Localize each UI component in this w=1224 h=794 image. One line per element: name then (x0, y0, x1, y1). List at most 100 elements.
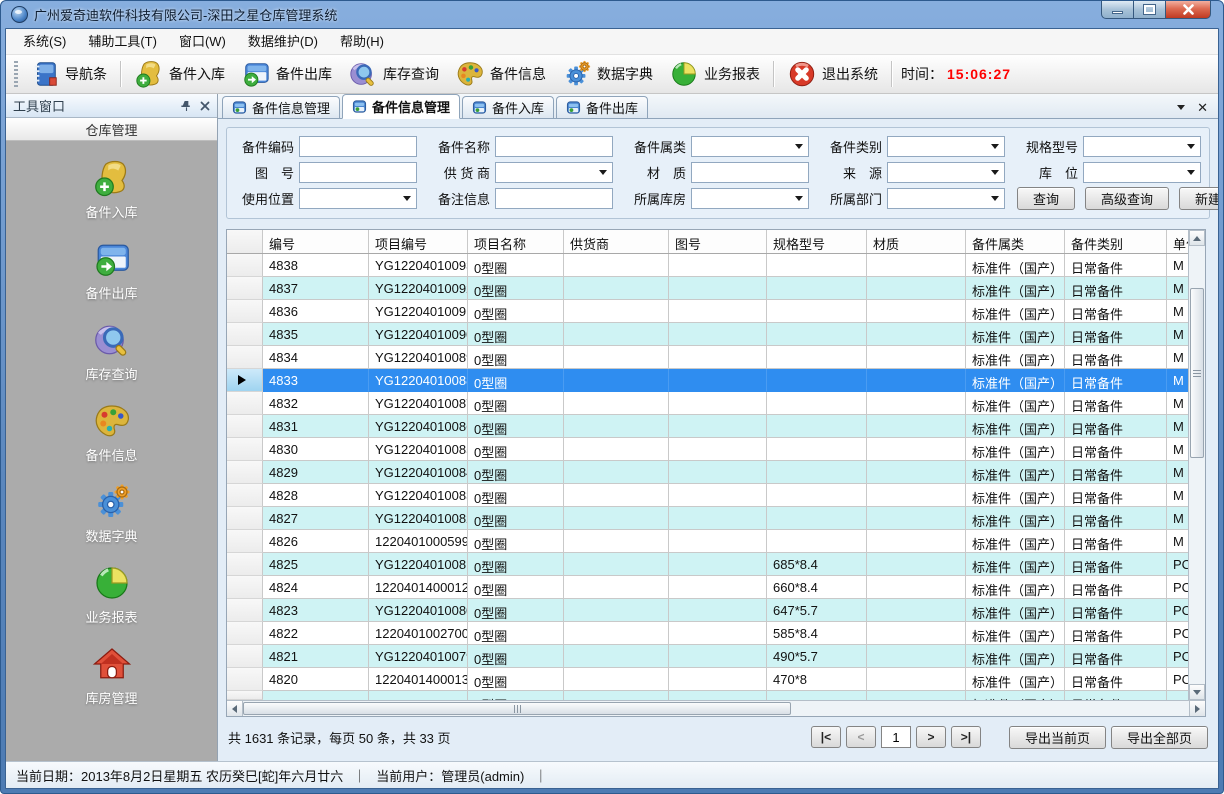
close-panel-icon[interactable] (200, 101, 210, 111)
table-cell-project-code: YG12204010087 (369, 392, 468, 415)
part-attribute-combo[interactable] (691, 136, 809, 157)
drawing-no-input[interactable] (299, 162, 417, 183)
menu-item-4[interactable]: 帮助(H) (329, 31, 395, 53)
tab-2[interactable]: 备件入库 (462, 96, 554, 118)
pager-page-input[interactable] (881, 726, 911, 748)
menu-item-0[interactable]: 系统(S) (12, 31, 77, 53)
table-row[interactable]: 482012204014000130型圈470*8标准件（国产）日常备件PC (227, 668, 1205, 691)
table-row[interactable]: 4825YG122040100810型圈685*8.4标准件（国产）日常备件PC (227, 553, 1205, 576)
col-header-unit[interactable]: 单位 (1167, 230, 1190, 253)
scroll-up-arrow[interactable] (1189, 230, 1205, 246)
export-all-pages-button[interactable]: 导出全部页 (1111, 726, 1208, 749)
col-header-material[interactable]: 材质 (867, 230, 966, 253)
table-row[interactable]: 4832YG122040100870型圈标准件（国产）日常备件M (227, 392, 1205, 415)
query-button[interactable]: 查询 (1017, 187, 1075, 210)
menu-item-1[interactable]: 辅助工具(T) (77, 31, 168, 53)
col-header-part-category[interactable]: 备件类别 (1065, 230, 1167, 253)
chevron-down-icon (1187, 170, 1195, 175)
menu-item-3[interactable]: 数据维护(D) (237, 31, 329, 53)
table-row[interactable]: 4833YG122040100880型圈标准件（国产）日常备件M (227, 369, 1205, 392)
col-header-drawing-no[interactable]: 图号 (669, 230, 767, 253)
part-name-input[interactable] (495, 136, 613, 157)
toolbar-button-data-dict[interactable]: 数据字典 (554, 56, 661, 92)
table-row[interactable]: 4835YG122040100900型圈标准件（国产）日常备件M (227, 323, 1205, 346)
table-row[interactable]: 4836YG122040100910型圈标准件（国产）日常备件M (227, 300, 1205, 323)
minimize-button[interactable] (1101, 1, 1134, 19)
sidebar-item-warehouse[interactable]: 库房管理 (27, 639, 197, 713)
vertical-scrollbar[interactable] (1188, 230, 1205, 700)
col-header-project-name[interactable]: 项目名称 (468, 230, 564, 253)
pager-first-button[interactable]: |< (811, 726, 841, 748)
table-row[interactable]: 482612204010005990型圈标准件（国产）日常备件M (227, 530, 1205, 553)
pager-next-button[interactable]: > (916, 726, 946, 748)
table-row[interactable]: 4829YG122040100840型圈标准件（国产）日常备件M (227, 461, 1205, 484)
toolbar-button-stock-query[interactable]: 库存查询 (340, 56, 447, 92)
pager-last-button[interactable]: >| (951, 726, 981, 748)
toolbar-button-report[interactable]: 业务报表 (661, 56, 768, 92)
toolbar-button-exit[interactable]: 退出系统 (779, 56, 886, 92)
table-row[interactable]: 4830YG122040100850型圈标准件（国产）日常备件M (227, 438, 1205, 461)
tab-close-icon[interactable]: ✕ (1197, 101, 1208, 114)
table-row-partial[interactable]: 0型圈标准件（国产）日常备件 (227, 691, 1205, 700)
scroll-right-arrow[interactable] (1189, 701, 1205, 716)
source-combo[interactable] (887, 162, 1005, 183)
sidebar-item-parts-info[interactable]: 备件信息 (27, 396, 197, 470)
pin-icon[interactable] (181, 100, 192, 112)
toolbar-items: 导航条备件入库备件出库库存查询备件信息数据字典业务报表退出系统 (22, 56, 886, 92)
sidebar-item-parts-out[interactable]: 备件出库 (27, 234, 197, 308)
table-row[interactable]: 4831YG122040100860型圈标准件（国产）日常备件M (227, 415, 1205, 438)
table-cell-part-category: 日常备件 (1065, 553, 1167, 576)
tab-3[interactable]: 备件出库 (556, 96, 648, 118)
pager-prev-button[interactable]: < (846, 726, 876, 748)
table-row[interactable]: 482412204014000120型圈660*8.4标准件（国产）日常备件PC (227, 576, 1205, 599)
table-row[interactable]: 4834YG122040100890型圈标准件（国产）日常备件M (227, 346, 1205, 369)
material-input[interactable] (691, 162, 809, 183)
horizontal-scrollbar[interactable] (227, 700, 1205, 716)
tab-list-dropdown-icon[interactable] (1177, 105, 1185, 110)
tab-1[interactable]: 备件信息管理 (342, 94, 460, 119)
toolbar-grip[interactable] (14, 61, 18, 87)
table-row[interactable]: 4827YG122040100820型圈标准件（国产）日常备件M (227, 507, 1205, 530)
close-button[interactable] (1165, 1, 1211, 19)
remark-input[interactable] (495, 188, 613, 209)
toolbar-button-parts-out[interactable]: 备件出库 (233, 56, 340, 92)
spec-model-combo[interactable] (1083, 136, 1201, 157)
vertical-scroll-thumb[interactable] (1190, 288, 1204, 458)
sidebar-item-stock-query[interactable]: 库存查询 (27, 315, 197, 389)
sidebar-item-report[interactable]: 业务报表 (27, 558, 197, 632)
col-header-project-code[interactable]: 项目编号 (369, 230, 468, 253)
col-header-part-attribute[interactable]: 备件属类 (966, 230, 1065, 253)
table-row[interactable]: 482212204010027000型圈585*8.4标准件（国产）日常备件PC (227, 622, 1205, 645)
toolbar-button-parts-info[interactable]: 备件信息 (447, 56, 554, 92)
part-category-combo[interactable] (887, 136, 1005, 157)
horizontal-scroll-thumb[interactable] (243, 702, 791, 715)
maximize-button[interactable] (1133, 1, 1166, 19)
new-button[interactable]: 新建 (1179, 187, 1219, 210)
export-current-page-button[interactable]: 导出当前页 (1009, 726, 1106, 749)
part-code-input[interactable] (299, 136, 417, 157)
scroll-left-arrow[interactable] (227, 701, 243, 716)
sidebar-section-header[interactable]: 仓库管理 (6, 118, 217, 141)
department-combo[interactable] (887, 188, 1005, 209)
table-row[interactable]: 4823YG122040100800型圈647*5.7标准件（国产）日常备件PC (227, 599, 1205, 622)
col-header-supplier[interactable]: 供货商 (564, 230, 669, 253)
col-header-id[interactable]: 编号 (263, 230, 369, 253)
use-position-combo[interactable] (299, 188, 417, 209)
col-header-spec-model[interactable]: 规格型号 (767, 230, 867, 253)
toolbar-button-navbar[interactable]: 导航条 (22, 56, 115, 92)
table-row[interactable]: 4837YG122040100920型圈标准件（国产）日常备件M (227, 277, 1205, 300)
table-row[interactable]: 4828YG122040100830型圈标准件（国产）日常备件M (227, 484, 1205, 507)
menu-item-2[interactable]: 窗口(W) (168, 31, 237, 53)
table-cell-material (867, 691, 966, 700)
advanced-query-button[interactable]: 高级查询 (1085, 187, 1169, 210)
warehouse-combo[interactable] (691, 188, 809, 209)
location-combo[interactable] (1083, 162, 1201, 183)
supplier-combo[interactable] (495, 162, 613, 183)
table-row[interactable]: 4821YG122040100790型圈490*5.7标准件（国产）日常备件PC (227, 645, 1205, 668)
table-row[interactable]: 4838YG122040100930型圈标准件（国产）日常备件M (227, 254, 1205, 277)
sidebar-item-data-dict[interactable]: 数据字典 (27, 477, 197, 551)
scroll-down-arrow[interactable] (1189, 684, 1205, 700)
toolbar-button-parts-in[interactable]: 备件入库 (126, 56, 233, 92)
tab-0[interactable]: 备件信息管理 (222, 96, 340, 118)
sidebar-item-parts-in[interactable]: 备件入库 (27, 153, 197, 227)
